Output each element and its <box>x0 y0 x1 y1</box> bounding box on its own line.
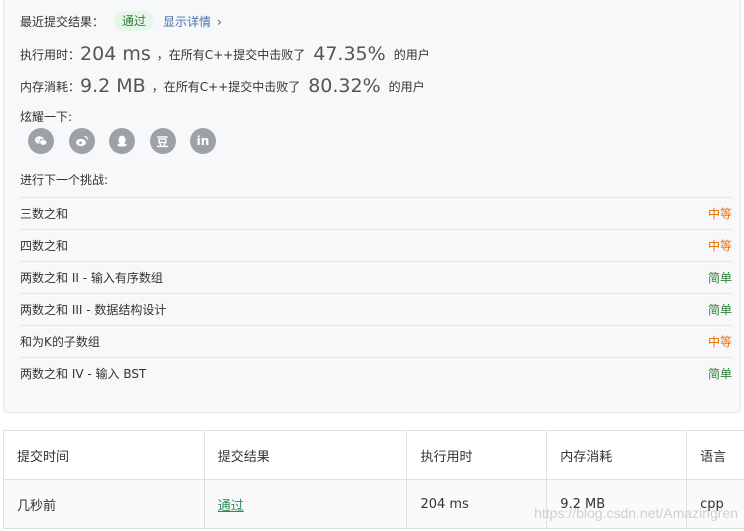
challenge-item[interactable]: 两数之和 IV - 输入 BST 简单 <box>20 357 732 389</box>
runtime-suffix: 的用户 <box>393 47 430 62</box>
challenge-title: 和为K的子数组 <box>20 335 100 349</box>
challenge-list: 三数之和 中等 四数之和 中等 两数之和 II - 输入有序数组 简单 两数之和… <box>20 197 732 389</box>
header-language: 语言 <box>700 449 727 465</box>
qq-icon[interactable] <box>109 128 135 154</box>
chevron-right-icon: › <box>217 14 222 29</box>
difficulty-badge: 中等 <box>707 207 732 221</box>
difficulty-badge: 简单 <box>707 303 732 317</box>
share-row: 炫耀一下: <box>20 108 72 125</box>
runtime-beat-text: ，在所有C++提交中击败了 <box>156 47 306 62</box>
show-details-link[interactable]: 显示详情 › <box>163 13 222 30</box>
header-submit-time: 提交时间 <box>4 431 205 479</box>
share-icons: 豆 in <box>28 128 231 154</box>
challenge-title: 两数之和 III - 数据结构设计 <box>20 303 167 317</box>
memory-value: 9.2 MB <box>80 75 146 97</box>
next-challenge-row: 进行下一个挑战: <box>20 171 108 188</box>
show-details-label: 显示详情 <box>163 14 212 29</box>
memory-row: 内存消耗： 9.2 MB ，在所有C++提交中击败了 80.32% 的用户 <box>20 75 425 97</box>
difficulty-badge: 中等 <box>707 239 732 253</box>
cell-submit-result: 通过 <box>205 480 408 528</box>
challenge-item[interactable]: 两数之和 II - 输入有序数组 简单 <box>20 261 732 293</box>
memory-suffix: 的用户 <box>388 79 425 94</box>
memory-beat-text: ，在所有C++提交中击败了 <box>151 79 301 94</box>
wechat-icon[interactable] <box>28 128 54 154</box>
share-label: 炫耀一下: <box>20 110 73 124</box>
result-badge: 通过 <box>114 11 155 31</box>
cell-submit-time: 几秒前 <box>4 480 205 528</box>
difficulty-badge: 中等 <box>707 335 732 349</box>
douban-icon[interactable]: 豆 <box>149 128 176 154</box>
next-challenge-label: 进行下一个挑战: <box>20 173 109 187</box>
runtime-row: 执行用时： 204 ms ，在所有C++提交中击败了 47.35% 的用户 <box>20 43 430 65</box>
submission-summary-panel: 最近提交结果： 通过 显示详情 › 执行用时： 204 ms ，在所有C++提交中… <box>3 0 741 413</box>
watermark: https://blog.csdn.net/Amazingren <box>534 505 738 521</box>
memory-percent: 80.32% <box>308 75 381 97</box>
header-runtime: 执行用时 <box>407 431 548 479</box>
challenge-item[interactable]: 四数之和 中等 <box>20 229 732 261</box>
latest-result-row: 最近提交结果： 通过 显示详情 › <box>20 11 222 31</box>
challenge-title: 四数之和 <box>20 239 69 253</box>
latest-result-label: 最近提交结果： <box>20 14 105 29</box>
challenge-item[interactable]: 两数之和 III - 数据结构设计 简单 <box>20 293 732 325</box>
memory-label: 内存消耗： <box>20 79 81 94</box>
runtime-value: 204 ms <box>80 43 151 65</box>
challenge-item[interactable]: 三数之和 中等 <box>20 197 732 229</box>
challenge-item[interactable]: 和为K的子数组 中等 <box>20 325 732 357</box>
difficulty-badge: 简单 <box>707 271 732 285</box>
difficulty-badge: 简单 <box>707 367 732 381</box>
table-header-row: 提交时间 提交结果 执行用时 内存消耗 语言 <box>4 431 744 480</box>
linkedin-icon[interactable]: in <box>190 128 216 154</box>
header-memory: 内存消耗 <box>547 431 688 479</box>
runtime-label: 执行用时： <box>20 47 81 62</box>
challenge-title: 两数之和 II - 输入有序数组 <box>20 271 163 285</box>
weibo-icon[interactable] <box>68 128 95 154</box>
challenge-title: 两数之和 IV - 输入 BST <box>20 367 147 381</box>
cell-runtime: 204 ms <box>407 480 548 528</box>
result-link[interactable]: 通过 <box>218 495 244 514</box>
challenge-title: 三数之和 <box>20 207 69 221</box>
runtime-percent: 47.35% <box>313 43 386 65</box>
header-submit-result: 提交结果 <box>205 431 408 479</box>
